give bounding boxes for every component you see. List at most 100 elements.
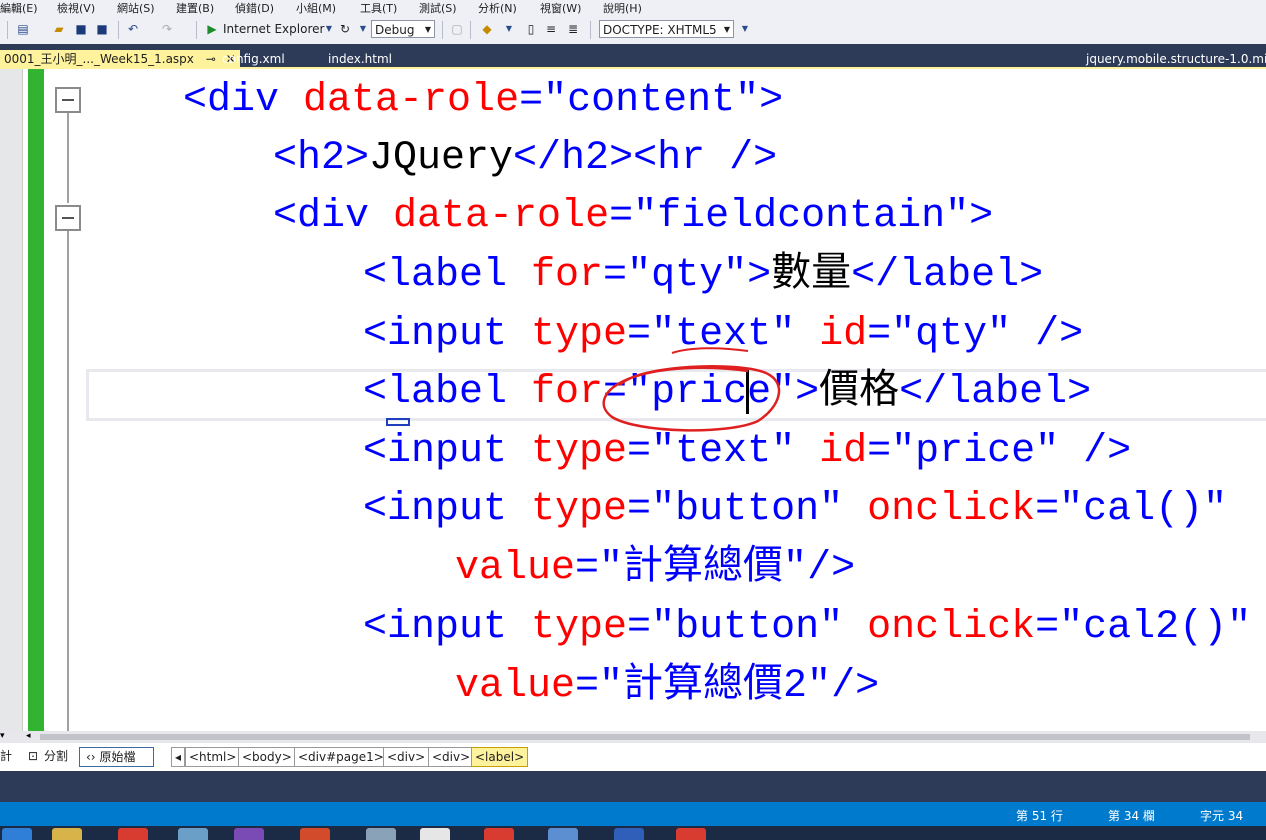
attribute-value: "button" (651, 487, 844, 532)
breadcrumb-item[interactable]: <div> (428, 747, 475, 767)
source-view-button[interactable]: ‹› 原始檔 (79, 747, 155, 767)
menu-tools[interactable]: 工具(T) (360, 0, 397, 16)
breadcrumb-item[interactable]: <div> (383, 747, 430, 767)
document-icon[interactable]: ▯ (524, 22, 538, 36)
menu-team[interactable]: 小組(M) (296, 0, 336, 16)
tag-close: /> (1059, 429, 1132, 474)
menu-view[interactable]: 檢視(V) (57, 0, 95, 16)
menu-debug[interactable]: 偵錯(D) (235, 0, 274, 16)
start-debug-icon[interactable]: ▶ (205, 22, 219, 36)
attribute-name: value (455, 546, 576, 591)
redo-icon[interactable]: ↷ (160, 22, 174, 36)
snipping-tool-icon[interactable] (420, 828, 450, 840)
chevron-down-icon[interactable]: ▼ (738, 22, 752, 36)
menu-window[interactable]: 視窗(W) (540, 0, 581, 16)
open-folder-icon[interactable]: ▰ (52, 22, 66, 36)
undo-icon[interactable]: ↶ (126, 22, 140, 36)
tag-close: </label> (899, 370, 1092, 415)
indicator-margin (0, 69, 22, 731)
design-view-button[interactable]: 計 (0, 747, 12, 765)
attribute-value: "price" (891, 429, 1060, 474)
chevron-down-icon[interactable]: ▼ (322, 22, 336, 36)
collapse-toggle[interactable] (55, 87, 81, 113)
attribute-name: data-role (303, 78, 520, 123)
split-view-icon[interactable]: ⊡ (28, 747, 38, 765)
new-project-icon[interactable]: ▤ (16, 22, 30, 36)
code-line: <input type="button" onclick="cal()" (363, 481, 1227, 539)
equals: = (627, 487, 652, 532)
network-icon[interactable] (614, 828, 644, 840)
code-line: <h2>JQuery</h2><hr /> (273, 130, 777, 188)
save-all-icon[interactable]: ■ (95, 22, 109, 36)
menu-help[interactable]: 說明(H) (603, 0, 642, 16)
notepad-icon[interactable] (366, 828, 396, 840)
tag-close: > (969, 194, 994, 239)
refresh-icon[interactable]: ↻ (338, 22, 352, 36)
find-icon[interactable]: ◆ (480, 22, 494, 36)
status-column: 第 34 欄 (1108, 809, 1155, 823)
breadcrumb-item[interactable]: <html> (185, 747, 241, 767)
menu-build[interactable]: 建置(B) (176, 0, 214, 16)
breadcrumb-item[interactable]: <label> (471, 747, 529, 767)
horizontal-scrollbar[interactable]: ▾ ◂ (0, 731, 1266, 743)
visual-studio-icon[interactable] (234, 828, 264, 840)
doctype-select[interactable]: DOCTYPE: XHTML5 ▼ (599, 20, 734, 38)
equals: = (609, 194, 634, 239)
chevron-down-icon[interactable]: ▼ (502, 22, 516, 36)
browser-select[interactable]: Internet Explorer (223, 22, 324, 36)
uncomment-icon[interactable]: ≣ (566, 22, 580, 36)
opera-icon[interactable] (484, 828, 514, 840)
attribute-value: "fieldcontain" (633, 194, 970, 239)
scrollbar-thumb[interactable] (40, 734, 1250, 740)
pin-icon[interactable]: ⊸ (206, 52, 216, 66)
menu-test[interactable]: 測試(S) (419, 0, 457, 16)
tag-open: <label (363, 253, 532, 298)
tag-close: </h2><hr /> (513, 136, 778, 181)
toolbar-separator (7, 21, 8, 39)
photos-icon[interactable] (548, 828, 578, 840)
tag-open: <label (363, 370, 532, 415)
attribute-value: "content" (543, 78, 760, 123)
attribute-name: for (531, 253, 604, 298)
chevron-down-icon[interactable]: ▾ (0, 731, 5, 741)
tag-close: /> (831, 664, 880, 709)
comment-icon[interactable]: ≡ (544, 22, 558, 36)
attribute-name: value (455, 664, 576, 709)
menu-website[interactable]: 網站(S) (117, 0, 155, 16)
tag-open: <div (183, 78, 304, 123)
equals: = (1035, 605, 1060, 650)
tag-close: > (795, 370, 820, 415)
configuration-select[interactable]: Debug ▼ (371, 20, 435, 38)
toolbar-separator (196, 21, 197, 39)
powerpoint-icon[interactable] (300, 828, 330, 840)
equals: = (603, 253, 628, 298)
chrome-icon[interactable] (118, 828, 148, 840)
breadcrumb-item[interactable]: <div#page1> (294, 747, 388, 767)
save-icon[interactable]: ■ (74, 22, 88, 36)
toolbar-separator (442, 21, 443, 39)
scroll-left-icon[interactable]: ◂ (26, 731, 31, 741)
text-content: 價格 (819, 370, 900, 415)
chevron-down-icon[interactable]: ▼ (356, 22, 370, 36)
breadcrumb-item[interactable]: <body> (238, 747, 296, 767)
attribute-name: id (819, 429, 868, 474)
menu-analyze[interactable]: 分析(N) (478, 0, 517, 16)
collapse-toggle[interactable] (55, 205, 81, 231)
split-view-button[interactable]: 分割 (44, 747, 68, 765)
equals: = (519, 78, 544, 123)
stop-icon[interactable]: ▢ (450, 22, 464, 36)
code-editor[interactable]: <div data-role="content"> <h2>JQuery</h2… (0, 69, 1266, 731)
file-explorer-icon[interactable] (52, 828, 82, 840)
equals: = (627, 605, 652, 650)
paint-icon[interactable] (178, 828, 208, 840)
attribute-value: "cal2()" (1059, 605, 1252, 650)
menu-edit[interactable]: 編輯(E) (0, 0, 38, 16)
app-icon[interactable] (676, 828, 706, 840)
breadcrumb-scroll-left[interactable]: ◂ (171, 747, 186, 767)
start-icon[interactable] (2, 828, 32, 840)
attribute-value: "text" (651, 429, 796, 474)
chevron-down-icon: ▼ (424, 25, 431, 34)
